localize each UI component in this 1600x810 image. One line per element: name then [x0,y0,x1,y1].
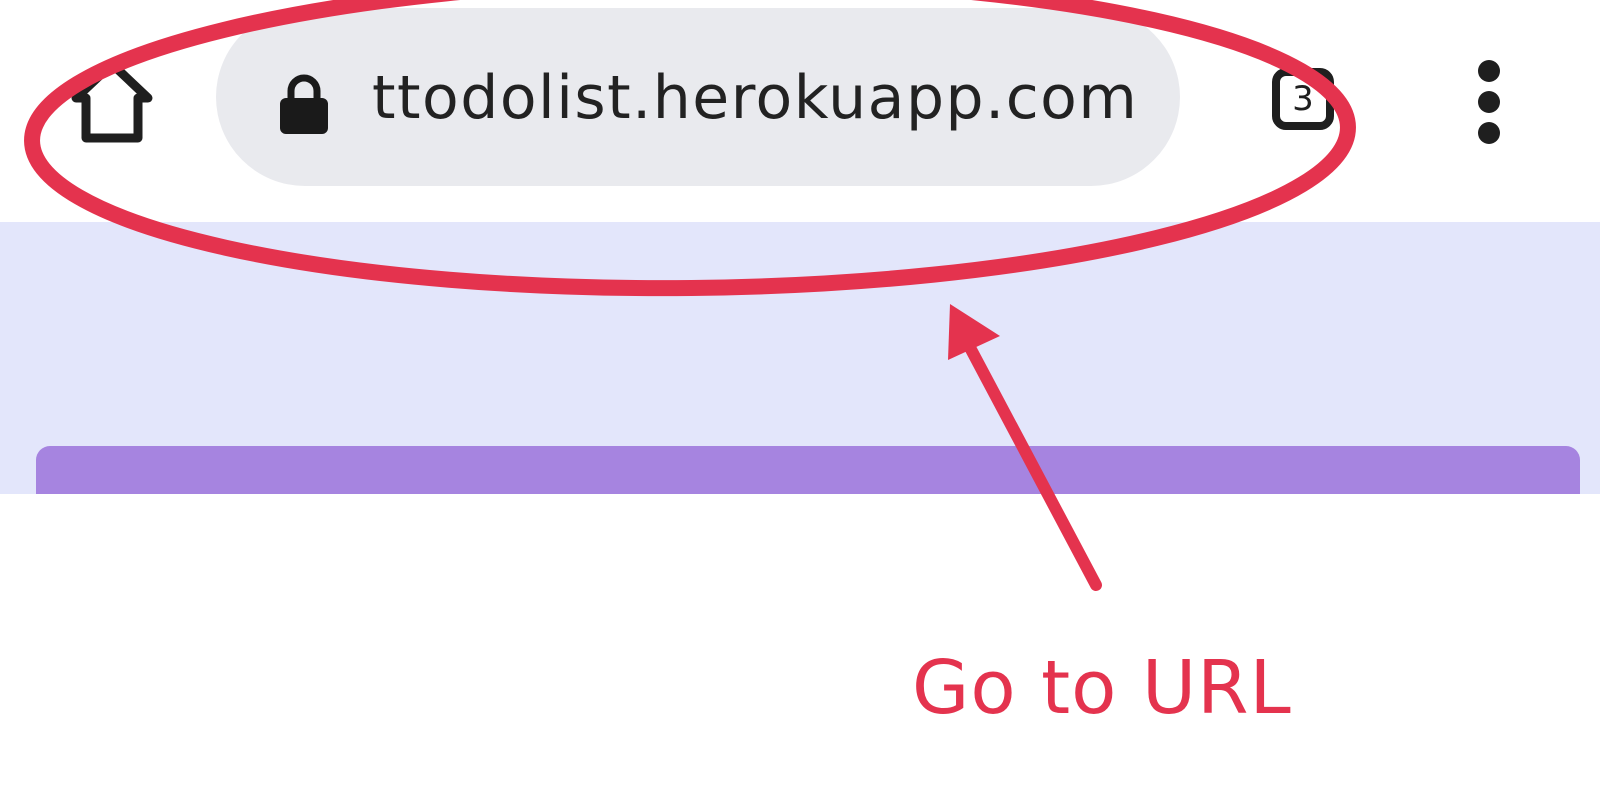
home-button[interactable] [62,52,162,152]
annotation-area [0,494,1600,810]
more-vert-icon-dot [1478,91,1500,113]
browser-toolbar: ttodolist.herokuapp.com 3 [0,0,1600,223]
more-vert-icon [1478,60,1500,82]
more-menu-button[interactable] [1460,52,1520,152]
more-vert-icon-dot [1478,122,1500,144]
home-icon [71,59,153,143]
lock-icon [280,74,328,134]
page-card-header [36,446,1580,494]
address-bar[interactable]: ttodolist.herokuapp.com [216,8,1180,186]
screenshot-stage: ttodolist.herokuapp.com 3 Go to URL [0,0,1600,810]
tab-switcher-icon: 3 [1272,68,1334,130]
tab-switcher-button[interactable]: 3 [1262,60,1348,146]
tab-count: 3 [1292,79,1314,119]
url-text[interactable]: ttodolist.herokuapp.com [372,58,1138,138]
annotation-label: Go to URL [912,645,1292,731]
